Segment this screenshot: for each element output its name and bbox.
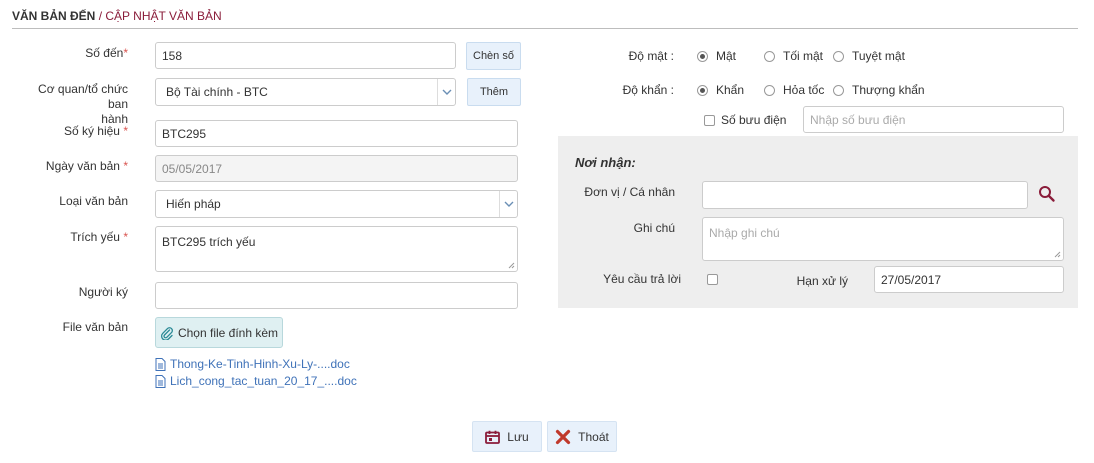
trich-yeu-label: Trích yếu * [70, 230, 128, 244]
breadcrumb-separator: / [98, 9, 103, 23]
radio-khan[interactable]: Khẩn [697, 83, 744, 97]
header-divider [12, 28, 1078, 29]
radio-hoa-toc[interactable]: Hỏa tốc [764, 83, 824, 97]
breadcrumb-current: CẬP NHẬT VĂN BẢN [105, 9, 222, 23]
so-buu-dien-input[interactable]: Nhập số bưu điện [803, 106, 1064, 133]
document-icon [155, 357, 166, 371]
document-icon [155, 374, 166, 388]
ghi-chu-label: Ghi chú [633, 221, 675, 235]
nguoi-ky-label: Người ký [78, 285, 128, 299]
chevron-down-icon [437, 79, 455, 105]
yeu-cau-tra-loi-checkbox[interactable] [707, 274, 718, 285]
yeu-cau-tra-loi-label: Yêu cầu trả lời [603, 272, 681, 286]
radio-mat[interactable]: Mật [697, 49, 736, 63]
do-khan-label: Độ khẩn : [622, 83, 674, 97]
breadcrumb-parent[interactable]: VĂN BẢN ĐẾN [12, 9, 95, 23]
radio-toi-mat[interactable]: Tối mật [764, 49, 823, 63]
ngay-van-ban-label: Ngày văn bản * [45, 159, 128, 173]
chevron-down-icon [499, 191, 517, 217]
radio-icon[interactable] [697, 84, 708, 96]
chon-file-button[interactable]: Chọn file đính kèm [155, 317, 283, 348]
so-ky-hieu-label: Số ký hiệu * [63, 124, 128, 138]
checkbox-icon[interactable] [704, 114, 715, 126]
breadcrumb: VĂN BẢN ĐẾN / CẬP NHẬT VĂN BẢN [12, 9, 222, 23]
don-vi-label: Đơn vị / Cá nhân [584, 185, 675, 199]
calendar-save-icon [485, 430, 501, 444]
han-xu-ly-input[interactable]: 27/05/2017 [874, 266, 1064, 293]
chen-so-button[interactable]: Chèn số [466, 42, 521, 70]
exit-button[interactable]: Thoát [547, 421, 617, 452]
noi-nhan-title: Nơi nhận: [575, 155, 636, 170]
radio-icon[interactable] [833, 50, 844, 62]
trich-yeu-textarea[interactable]: BTC295 trích yếu [155, 226, 518, 272]
them-button[interactable]: Thêm [467, 78, 521, 106]
file-van-ban-label: File văn bản [62, 320, 128, 334]
radio-thuong-khan[interactable]: Thượng khẩn [833, 83, 925, 97]
nguoi-ky-input[interactable] [155, 282, 518, 309]
loai-van-ban-label: Loại văn bản [59, 194, 128, 208]
resize-grip-icon[interactable] [508, 262, 515, 269]
don-vi-input[interactable] [702, 181, 1028, 209]
ngay-van-ban-input[interactable]: 05/05/2017 [155, 155, 518, 182]
radio-icon[interactable] [764, 50, 775, 62]
search-icon[interactable] [1038, 185, 1056, 203]
so-den-input[interactable]: 158 [155, 42, 456, 69]
radio-tuyet-mat[interactable]: Tuyệt mật [833, 49, 905, 63]
co-quan-label: Cơ quan/tổ chức ban hành [38, 82, 128, 126]
radio-icon[interactable] [833, 84, 844, 96]
radio-icon[interactable] [764, 84, 775, 96]
close-icon [556, 429, 571, 444]
co-quan-select[interactable]: Bộ Tài chính - BTC [155, 78, 456, 106]
save-button[interactable]: Lưu [472, 421, 542, 452]
file-link[interactable]: Thong-Ke-Tinh-Hinh-Xu-Ly-....doc [155, 357, 350, 371]
so-buu-dien-checkbox[interactable]: Số bưu điện [704, 113, 786, 127]
file-link[interactable]: Lich_cong_tac_tuan_20_17_....doc [155, 374, 357, 388]
so-den-label: Số đến* [85, 46, 128, 60]
radio-icon[interactable] [697, 50, 708, 62]
ghi-chu-textarea[interactable]: Nhập ghi chú [702, 217, 1064, 261]
do-mat-label: Độ mật : [628, 49, 674, 63]
loai-van-ban-select[interactable]: Hiến pháp [155, 190, 518, 218]
resize-grip-icon[interactable] [1054, 251, 1061, 258]
paperclip-icon [160, 326, 173, 340]
han-xu-ly-label: Hạn xử lý [796, 274, 848, 288]
so-ky-hieu-input[interactable]: BTC295 [155, 120, 518, 147]
